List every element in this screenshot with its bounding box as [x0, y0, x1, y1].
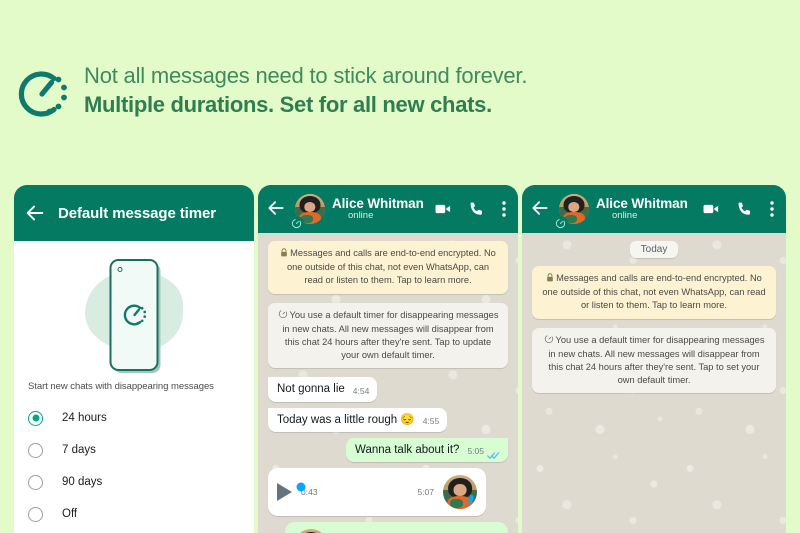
contact-status: online [348, 210, 374, 222]
back-arrow-icon[interactable] [530, 198, 552, 220]
option-label: 7 days [62, 444, 96, 456]
message-meta: 5:05 [467, 446, 500, 459]
overflow-menu-icon[interactable] [502, 200, 506, 218]
message-bubble-outgoing[interactable]: Wanna talk about it? 5:05 [346, 438, 508, 463]
voice-message-row [268, 522, 508, 533]
option-label: 90 days [62, 476, 103, 488]
system-message-e2e[interactable]: Messages and calls are end-to-end encryp… [532, 266, 776, 319]
voice-message-outgoing[interactable] [285, 522, 508, 533]
system-message-e2e[interactable]: Messages and calls are end-to-end encryp… [268, 241, 508, 294]
contact-name: Alice Whitman [332, 196, 424, 212]
message-meta: 4:55 [423, 416, 440, 427]
radio-7-days[interactable] [28, 442, 43, 458]
voice-message-row: 0:43 5:07 [268, 468, 508, 517]
option-7-days[interactable]: 7 days [14, 434, 254, 466]
message-text: Wanna talk about it? [355, 444, 460, 457]
system-message-text: Messages and calls are end-to-end encryp… [542, 273, 766, 311]
lock-icon [280, 248, 288, 261]
option-90-days[interactable]: 90 days [14, 466, 254, 498]
panel-chat-new: Alice Whitman online Today Messages and … [522, 185, 786, 533]
system-message-timer[interactable]: You use a default timer for disappearing… [268, 302, 508, 369]
radio-24-hours[interactable] [28, 410, 43, 426]
option-label: Off [62, 508, 78, 520]
message-row: Today was a little rough 😔 4:55 [268, 407, 508, 433]
disappearing-timer-icon [14, 66, 70, 122]
message-bubble-incoming[interactable]: Not gonna lie 4:54 [268, 377, 378, 402]
settings-appbar: Default message timer [14, 185, 254, 241]
contact-name: Alice Whitman [596, 196, 688, 212]
chat-appbar: Alice Whitman online [522, 185, 786, 233]
system-message-timer[interactable]: You use a default timer for disappearing… [532, 327, 776, 394]
avatar-face [453, 484, 467, 496]
option-24-hours[interactable]: 24 hours [14, 402, 254, 434]
message-time: 5:05 [467, 446, 484, 457]
promo-graphic: Not all messages need to stick around fo… [0, 0, 800, 533]
headline-line-1: Not all messages need to stick around fo… [84, 63, 528, 88]
voice-avatar [294, 529, 328, 533]
video-call-icon[interactable] [702, 200, 720, 218]
overflow-menu-icon[interactable] [770, 200, 774, 218]
video-call-icon[interactable] [434, 200, 452, 218]
day-separator-chip: Today [629, 241, 679, 258]
disappearing-timer-badge [289, 216, 304, 231]
back-arrow-icon[interactable] [24, 202, 46, 224]
contact-info[interactable]: Alice Whitman online [332, 196, 427, 222]
chat-actions [702, 200, 778, 218]
chat-thread: Messages and calls are end-to-end encryp… [258, 233, 518, 533]
settings-body: Start new chats with disappearing messag… [14, 241, 254, 533]
chat-thread: Today Messages and calls are end-to-end … [522, 233, 786, 394]
timer-icon [278, 309, 288, 323]
voice-duration: 5:07 [417, 487, 434, 498]
system-message-text: You use a default timer for disappearing… [282, 309, 499, 361]
voice-call-icon[interactable] [736, 200, 754, 218]
headline-line-2: Multiple durations. Set for all new chat… [84, 92, 492, 118]
voice-avatar [443, 475, 477, 510]
panel-chat-updated: Alice Whitman online Messages and calls … [258, 185, 518, 533]
timer-icon [544, 334, 554, 348]
disappearing-timer-badge [553, 216, 568, 231]
contact-info[interactable]: Alice Whitman online [596, 196, 695, 222]
headline-block: Not all messages need to stick around fo… [14, 58, 527, 122]
message-text: Today was a little rough 😔 [277, 413, 415, 426]
option-off[interactable]: Off [14, 498, 254, 530]
panel-default-message-timer: Default message timer Start new chats wi… [14, 185, 254, 533]
message-text: Not gonna lie [277, 383, 345, 396]
radio-off[interactable] [28, 506, 43, 522]
avatar-scarf [449, 499, 464, 509]
voice-knob[interactable] [296, 482, 306, 492]
read-receipt-icon [487, 447, 500, 459]
illustration-timer-icon [121, 302, 147, 328]
option-label: 24 hours [62, 412, 107, 424]
back-arrow-icon[interactable] [266, 198, 288, 220]
message-time: 4:55 [422, 416, 440, 427]
settings-title: Default message timer [58, 204, 216, 222]
section-label: Start new chats with disappearing messag… [28, 381, 214, 392]
voice-message-incoming[interactable]: 0:43 5:07 [268, 468, 486, 517]
contact-status: online [612, 210, 638, 222]
microphone-icon [466, 494, 477, 508]
chat-actions [434, 200, 510, 218]
illustration-camera-dot [117, 267, 123, 272]
message-row: Wanna talk about it? 5:05 [268, 438, 508, 463]
system-message-text: Messages and calls are end-to-end encryp… [286, 248, 496, 286]
radio-90-days[interactable] [28, 474, 43, 490]
message-time: 4:54 [352, 385, 370, 396]
voice-call-icon[interactable] [468, 200, 486, 218]
message-meta: 4:54 [353, 386, 370, 397]
lock-icon [546, 273, 554, 286]
chat-appbar: Alice Whitman online [258, 185, 518, 233]
message-row: Not gonna lie 4:54 [268, 377, 508, 402]
phone-timer-illustration [14, 241, 254, 381]
voice-progress[interactable]: 0:43 5:07 [296, 482, 434, 497]
play-icon[interactable] [277, 483, 292, 502]
system-message-text: You use a default timer for disappearing… [548, 334, 765, 386]
voice-times: 0:43 5:07 [301, 487, 434, 497]
message-bubble-incoming[interactable]: Today was a little rough 😔 4:55 [268, 407, 448, 433]
illustration-phone [109, 259, 159, 371]
